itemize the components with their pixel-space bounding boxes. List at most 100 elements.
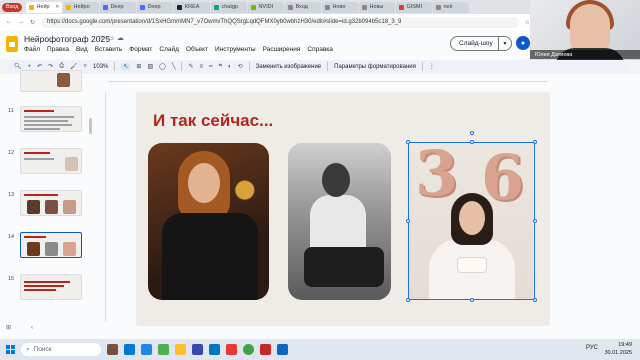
taskbar-app-icon[interactable] bbox=[141, 344, 152, 355]
browser-tab[interactable]: Нейр ✕ bbox=[26, 1, 63, 13]
slide-thumbnail[interactable] bbox=[20, 190, 82, 216]
filmstrip-item[interactable]: 15 bbox=[0, 274, 92, 302]
grid-view-icon[interactable]: ⊞ bbox=[6, 325, 31, 331]
taskbar-app-icon[interactable] bbox=[107, 344, 118, 355]
menu-insert[interactable]: Вставить bbox=[95, 46, 123, 53]
search-menus-icon[interactable]: 🔍︎ bbox=[14, 63, 22, 70]
alt-text-icon[interactable]: ⋮ bbox=[429, 63, 435, 70]
redo-icon[interactable]: ↷ bbox=[48, 63, 53, 70]
slide-thumbnail[interactable] bbox=[20, 106, 82, 132]
undo-icon[interactable]: ↶ bbox=[37, 63, 42, 70]
portrait-photo-man-bw[interactable] bbox=[288, 143, 391, 300]
slide-title[interactable]: И так сейчас... bbox=[153, 111, 273, 131]
resize-handle[interactable] bbox=[533, 219, 537, 223]
cloud-status-icon[interactable]: ☁ bbox=[117, 35, 127, 42]
star-icon[interactable]: ☆ bbox=[98, 35, 107, 42]
slides-logo-icon[interactable] bbox=[6, 36, 18, 52]
resize-handle[interactable] bbox=[533, 298, 537, 302]
select-cursor-icon[interactable]: ↖ bbox=[121, 63, 131, 70]
slide-thumbnail[interactable] bbox=[20, 148, 82, 174]
browser-tab[interactable]: chatgp bbox=[211, 1, 248, 13]
border-weight-icon[interactable]: ≡ bbox=[199, 64, 203, 70]
filmstrip-scrollbar[interactable] bbox=[89, 118, 92, 134]
taskbar-search[interactable]: ⌕ Поиск bbox=[21, 343, 101, 356]
profile-button[interactable]: Вход bbox=[2, 2, 23, 12]
line-icon[interactable]: ╲ bbox=[172, 63, 176, 70]
input-language[interactable]: РУС bbox=[586, 345, 598, 351]
taskbar-app-icon[interactable] bbox=[124, 344, 135, 355]
menu-slide[interactable]: Слайд bbox=[159, 46, 179, 53]
resize-handle[interactable] bbox=[470, 298, 474, 302]
image-selection-box[interactable] bbox=[406, 131, 537, 302]
reload-icon[interactable]: ↻ bbox=[30, 19, 35, 26]
menu-view[interactable]: Вид bbox=[76, 46, 88, 53]
browser-tab[interactable]: NVIDI bbox=[248, 1, 285, 13]
shape-icon[interactable]: ◯ bbox=[159, 63, 166, 70]
taskbar-app-icon[interactable] bbox=[192, 344, 203, 355]
share-icon[interactable]: ● bbox=[516, 36, 530, 50]
taskbar-app-icon[interactable] bbox=[158, 344, 169, 355]
close-icon[interactable]: ✕ bbox=[55, 4, 59, 10]
zoom-icon[interactable]: ⌕ bbox=[84, 63, 87, 70]
move-folder-icon[interactable]: ▭ bbox=[107, 35, 117, 42]
image-icon[interactable]: ▨ bbox=[147, 63, 153, 70]
filmstrip-item[interactable]: 13 bbox=[0, 190, 92, 218]
zoom-level[interactable]: 103% bbox=[93, 64, 108, 70]
browser-tab[interactable]: neir bbox=[433, 1, 470, 13]
opera-icon[interactable] bbox=[226, 344, 237, 355]
crop-icon[interactable]: ⌗ bbox=[219, 63, 222, 70]
browser-tab[interactable]: Ново bbox=[322, 1, 359, 13]
mask-image-icon[interactable]: ◐ bbox=[228, 64, 232, 70]
chevron-down-icon[interactable]: ▼ bbox=[499, 41, 511, 47]
new-slide-icon[interactable]: + bbox=[28, 64, 32, 70]
resize-handle[interactable] bbox=[406, 140, 410, 144]
slide-thumbnail[interactable] bbox=[20, 274, 82, 300]
menu-extensions[interactable]: Расширения bbox=[263, 46, 301, 53]
forward-icon[interactable]: → bbox=[18, 19, 24, 25]
slideshow-button[interactable]: Слайд-шоу ▼ bbox=[450, 36, 512, 51]
slide-thumbnail[interactable] bbox=[20, 70, 82, 92]
back-icon[interactable]: ← bbox=[6, 19, 12, 25]
paint-format-icon[interactable]: 🖌︎ bbox=[70, 63, 78, 70]
portrait-photo-woman-christmas[interactable] bbox=[148, 143, 269, 300]
system-clock[interactable]: 19:49 30.01.2025 bbox=[604, 341, 632, 357]
menu-format[interactable]: Формат bbox=[129, 46, 152, 53]
replace-image-button[interactable]: Заменить изображение bbox=[256, 64, 321, 70]
resize-handle[interactable] bbox=[406, 219, 410, 223]
resize-handle[interactable] bbox=[406, 298, 410, 302]
resize-handle[interactable] bbox=[470, 140, 474, 144]
taskbar-app-icon[interactable] bbox=[260, 344, 271, 355]
menu-object[interactable]: Объект bbox=[186, 46, 208, 53]
border-dash-icon[interactable]: ┅ bbox=[209, 63, 213, 70]
collapse-panel-icon[interactable]: ‹ bbox=[31, 325, 53, 331]
filmstrip-item[interactable]: 12 bbox=[0, 148, 92, 176]
filmstrip-item[interactable]: 11 bbox=[0, 106, 92, 134]
edge-icon[interactable] bbox=[209, 344, 220, 355]
url-field[interactable]: https://docs.google.com/presentation/d/1… bbox=[41, 16, 519, 28]
browser-tab[interactable]: Нейро bbox=[63, 1, 100, 13]
slide-thumbnail-selected[interactable] bbox=[20, 232, 82, 258]
browser-tab[interactable]: Deep bbox=[100, 1, 137, 13]
pen-icon[interactable]: ✎ bbox=[188, 63, 193, 70]
browser-tab[interactable]: Вход bbox=[285, 1, 322, 13]
browser-tab[interactable]: KREA bbox=[174, 1, 211, 13]
browser-tab[interactable]: Deep bbox=[137, 1, 174, 13]
browser-tab[interactable]: GISMI bbox=[396, 1, 433, 13]
menu-help[interactable]: Справка bbox=[307, 46, 333, 53]
menu-edit[interactable]: Правка bbox=[47, 46, 69, 53]
filmstrip-item[interactable] bbox=[0, 70, 92, 102]
resize-handle[interactable] bbox=[533, 140, 537, 144]
file-explorer-icon[interactable] bbox=[175, 344, 186, 355]
windows-start-icon[interactable] bbox=[6, 345, 15, 354]
rotate-handle[interactable] bbox=[470, 131, 474, 135]
format-options-button[interactable]: Параметры форматирования bbox=[334, 64, 416, 70]
menu-file[interactable]: Файл bbox=[24, 46, 40, 53]
filmstrip-item[interactable]: 14 bbox=[0, 232, 92, 260]
menu-tools[interactable]: Инструменты bbox=[215, 46, 256, 53]
chrome-icon[interactable] bbox=[243, 344, 254, 355]
text-box-icon[interactable]: ⊞ bbox=[136, 63, 141, 70]
reset-image-icon[interactable]: ⟲ bbox=[238, 63, 243, 70]
browser-tab[interactable]: Новы bbox=[359, 1, 396, 13]
taskbar-app-icon[interactable] bbox=[277, 344, 288, 355]
print-icon[interactable]: ⎙ bbox=[59, 63, 64, 70]
